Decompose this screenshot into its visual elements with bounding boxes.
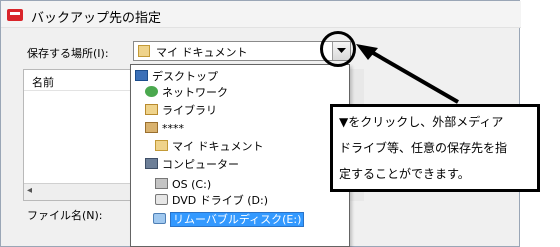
scroll-left-icon[interactable]: ◂ [27, 185, 32, 196]
list-header: 名前 [24, 70, 134, 91]
dropdown-item-label: デスクトップ [152, 70, 218, 83]
save-location-label: 保存する場所(I): [27, 47, 109, 60]
dropdown-item-label-selected: リムーバブルディスク(E:) [170, 212, 305, 227]
save-location-value: マイ ドキュメント [156, 46, 248, 59]
app-icon [7, 9, 23, 21]
dropdown-item-desktop[interactable]: デスクトップ [135, 69, 218, 85]
dropdown-item-library[interactable]: ライブラリ [145, 103, 217, 119]
callout-line: 定することができます。 [339, 167, 470, 181]
dropdown-item-dvd-d[interactable]: DVD ドライブ (D:) [155, 193, 268, 209]
drive-icon [155, 178, 168, 189]
dropdown-item-label: DVD ドライブ (D:) [172, 194, 269, 207]
removable-disk-icon [153, 213, 166, 224]
dropdown-item-label: OS (C:) [172, 178, 212, 191]
dropdown-item-removable-e[interactable]: リムーバブルディスク(E:) [153, 211, 305, 227]
dropdown-item-label: ライブラリ [162, 104, 217, 117]
file-list[interactable]: 名前 ◂ [23, 69, 135, 201]
dropdown-item-my-documents[interactable]: マイ ドキュメント [155, 139, 264, 155]
dropdown-item-label: ネットワーク [162, 86, 228, 99]
callout-line: ▼をクリックし、外部メディア [339, 115, 504, 129]
callout-line: ドライブ等、任意の保存先を指 [339, 141, 508, 155]
dropdown-item-user[interactable]: **** [145, 121, 184, 137]
dropdown-item-label: **** [162, 122, 184, 135]
library-icon [145, 104, 158, 115]
folder-icon [155, 140, 168, 151]
network-icon [145, 86, 158, 97]
computer-icon [145, 158, 158, 169]
title-bar: バックアップ先の指定 [1, 1, 521, 28]
desktop-icon [135, 70, 148, 81]
dropdown-item-network[interactable]: ネットワーク [145, 85, 228, 101]
dvd-drive-icon [155, 194, 168, 205]
callout-box: ▼をクリックし、外部メディア ドライブ等、任意の保存先を指 定することができます… [330, 104, 540, 192]
save-location-combo[interactable]: マイ ドキュメント [133, 41, 351, 61]
location-dropdown-list[interactable]: デスクトップ ネットワーク ライブラリ **** マイ ドキュメント コンピュー… [130, 64, 350, 247]
horizontal-scrollbar[interactable]: ◂ [24, 183, 134, 200]
dropdown-item-label: コンピューター [162, 158, 239, 171]
file-name-label: ファイル名(N): [27, 209, 103, 222]
column-header-name[interactable]: 名前 [32, 74, 54, 90]
window-title: バックアップ先の指定 [31, 11, 162, 26]
callout-arrow-icon [356, 44, 460, 104]
folder-icon [138, 45, 150, 57]
dropdown-item-os-c[interactable]: OS (C:) [155, 177, 211, 193]
user-folder-icon [145, 122, 158, 133]
dropdown-item-computer[interactable]: コンピューター [145, 157, 239, 173]
dropdown-item-label: マイ ドキュメント [172, 140, 264, 153]
